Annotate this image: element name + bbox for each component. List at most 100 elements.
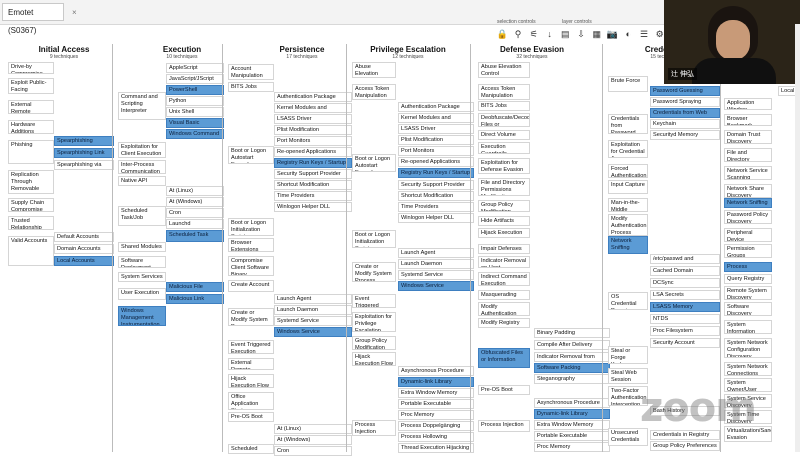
technique-cell[interactable]: Abuse Elevation Control Mechanism bbox=[478, 62, 530, 78]
technique-cell[interactable]: User Execution bbox=[118, 288, 166, 300]
technique-cell[interactable]: Exploit Public-Facing Application bbox=[8, 78, 54, 94]
technique-cell[interactable]: Indirect Command Execution bbox=[478, 272, 530, 286]
technique-cell[interactable]: Windows Management Instrumentation bbox=[118, 306, 166, 326]
technique-cell[interactable]: Access Token Manipulation bbox=[352, 84, 396, 100]
technique-cell[interactable]: Boot or Logon Autostart Execution bbox=[228, 146, 274, 164]
technique-cell[interactable]: Brute Force bbox=[608, 76, 648, 92]
technique-cell[interactable]: Group Policy Modification bbox=[478, 200, 530, 212]
technique-cell[interactable]: Direct Volume Access bbox=[478, 130, 530, 140]
technique-cell[interactable]: Access Token Manipulation bbox=[478, 84, 530, 100]
technique-cell[interactable]: Exploitation for Privilege Escalation bbox=[352, 312, 396, 332]
technique-cell[interactable]: At (Linux) bbox=[166, 186, 224, 196]
technique-cell[interactable]: Unix Shell bbox=[166, 107, 224, 117]
technique-cell[interactable]: Credentials from Web Browsers bbox=[650, 108, 720, 118]
lock-icon[interactable]: 🔒 bbox=[496, 29, 509, 40]
technique-cell[interactable]: Permission Groups Discovery bbox=[724, 244, 772, 258]
technique-cell[interactable]: Process Injection bbox=[352, 420, 396, 436]
technique-cell[interactable]: OS Credential Dumping bbox=[608, 292, 648, 310]
technique-cell[interactable]: Man-in-the-Middle bbox=[608, 198, 648, 212]
download-icon[interactable]: ⇩ bbox=[575, 29, 588, 40]
technique-cell[interactable]: Steal Web Session Cookie bbox=[608, 368, 648, 384]
technique-cell[interactable]: System Information Discovery bbox=[724, 320, 772, 334]
technique-cell[interactable]: At (Windows) bbox=[166, 197, 224, 207]
technique-cell[interactable]: Trusted Relationship bbox=[8, 216, 54, 230]
technique-cell[interactable]: Windows Service bbox=[398, 281, 474, 291]
technique-cell[interactable]: Shared Modules bbox=[118, 242, 166, 252]
technique-cell[interactable]: System Services bbox=[118, 272, 166, 282]
technique-cell[interactable]: Compromise Client Software Binary bbox=[228, 256, 274, 276]
technique-cell[interactable]: Windows Command Shell bbox=[166, 129, 224, 139]
technique-cell[interactable]: Authentication Package bbox=[398, 102, 474, 112]
technique-cell[interactable]: Hijack Execution Flow bbox=[352, 352, 396, 366]
technique-cell[interactable]: Dynamic-link Library Injection bbox=[534, 409, 610, 419]
technique-cell[interactable]: Plist Modification bbox=[398, 135, 474, 145]
technique-cell[interactable]: Boot or Logon Initialization Scripts bbox=[228, 218, 274, 236]
technique-cell[interactable]: File and Directory Permissions Modificat… bbox=[478, 178, 530, 196]
technique-cell[interactable]: Visual Basic bbox=[166, 118, 224, 128]
technique-cell[interactable]: Port Monitors bbox=[398, 146, 474, 156]
technique-cell[interactable]: Proc Memory bbox=[398, 410, 474, 420]
technique-cell[interactable]: Spearphishing via Service bbox=[54, 160, 114, 170]
technique-cell[interactable]: Keychain bbox=[650, 119, 720, 129]
technique-cell[interactable]: Process Hollowing bbox=[398, 432, 474, 442]
technique-cell[interactable]: Extra Window Memory Injection bbox=[398, 388, 474, 398]
technique-cell[interactable]: Peripheral Device Discovery bbox=[724, 228, 772, 242]
technique-cell[interactable]: Shortcut Modification bbox=[274, 180, 352, 190]
technique-cell[interactable]: Proc Memory bbox=[534, 442, 610, 452]
technique-cell[interactable]: Registry Run Keys / Startup Folder bbox=[398, 168, 474, 178]
technique-cell[interactable]: Steal or Forge Kerberos Tickets bbox=[608, 346, 648, 364]
technique-cell[interactable]: Exploitation for Defense Evasion bbox=[478, 158, 530, 174]
technique-cell[interactable]: Software Deployment Tools bbox=[118, 256, 166, 268]
technique-cell[interactable]: Extra Window Memory Injection bbox=[534, 420, 610, 430]
technique-cell[interactable]: Network Share Discovery bbox=[724, 184, 772, 198]
technique-cell[interactable]: Process Injection bbox=[478, 420, 530, 432]
technique-cell[interactable]: Boot or Logon Initialization Scripts bbox=[352, 230, 396, 248]
technique-cell[interactable]: Launch Daemon bbox=[274, 305, 352, 315]
technique-cell[interactable]: Valid Accounts bbox=[8, 236, 54, 266]
tactic-header[interactable]: Execution 10 techniques bbox=[122, 45, 242, 60]
technique-cell[interactable]: Registry Run Keys / Startup Folder bbox=[274, 158, 352, 168]
technique-cell[interactable]: Time Providers bbox=[274, 191, 352, 201]
technique-cell[interactable]: Indicator Removal from Tools bbox=[534, 352, 610, 362]
palette-icon[interactable]: ◐ bbox=[622, 29, 635, 39]
technique-cell[interactable]: Modify Registry bbox=[478, 318, 530, 328]
technique-cell[interactable]: Password Policy Discovery bbox=[724, 210, 772, 224]
technique-cell[interactable]: Network Sniffing bbox=[724, 198, 772, 208]
technique-cell[interactable]: Obfuscated Files or Information bbox=[478, 348, 530, 368]
technique-cell[interactable]: Supply Chain Compromise bbox=[8, 198, 54, 212]
technique-cell[interactable]: Event Triggered Execution bbox=[352, 294, 396, 308]
tactic-header[interactable]: Persistence 17 techniques bbox=[242, 45, 362, 60]
technique-cell[interactable]: Masquerading bbox=[478, 290, 530, 300]
technique-cell[interactable]: Credentials in Registry bbox=[650, 430, 720, 440]
technique-cell[interactable]: Asynchronous Procedure Call bbox=[534, 398, 610, 408]
technique-cell[interactable]: Exploitation for Client Execution bbox=[118, 142, 166, 158]
technique-cell[interactable]: Input Capture bbox=[608, 180, 648, 194]
technique-cell[interactable]: Create or Modify System Process bbox=[352, 262, 396, 282]
technique-cell[interactable]: Winlogon Helper DLL bbox=[398, 213, 474, 223]
tab-layer[interactable]: Emotet (S0367) bbox=[2, 3, 64, 35]
technique-cell[interactable]: Execution Guardrails bbox=[478, 142, 530, 154]
technique-cell[interactable]: Spearphishing Link bbox=[54, 148, 114, 158]
technique-cell[interactable]: System Network Connections Discovery bbox=[724, 362, 772, 376]
technique-cell[interactable]: Plist Modification bbox=[274, 125, 352, 135]
technique-cell[interactable]: Asynchronous Procedure Call bbox=[398, 366, 474, 376]
technique-cell[interactable]: Software Discovery bbox=[724, 302, 772, 316]
technique-cell[interactable]: Group Policy Preferences bbox=[650, 441, 720, 451]
tactic-header[interactable]: Initial Access 9 techniques bbox=[4, 45, 124, 60]
technique-cell[interactable]: Kernel Modules and Extensions bbox=[274, 103, 352, 113]
sort-icon[interactable]: ↓ bbox=[543, 29, 556, 39]
technique-cell[interactable]: Python bbox=[166, 96, 224, 106]
technique-cell[interactable]: Hijack Execution Flow bbox=[478, 228, 530, 238]
technique-cell[interactable]: Time Providers bbox=[398, 202, 474, 212]
technique-cell[interactable]: Credentials from Password Stores bbox=[608, 114, 648, 134]
technique-cell[interactable]: Systemd Service bbox=[274, 316, 352, 326]
technique-cell[interactable]: Remote System Discovery bbox=[724, 286, 772, 300]
technique-cell[interactable]: File and Directory Discovery bbox=[724, 148, 772, 162]
technique-cell[interactable]: Portable Executable Injection bbox=[534, 431, 610, 441]
technique-cell[interactable]: Re-opened Applications bbox=[398, 157, 474, 167]
technique-cell[interactable]: Exploitation for Credential Access bbox=[608, 140, 648, 158]
technique-cell[interactable]: Cached Domain Credentials bbox=[650, 266, 720, 276]
technique-cell[interactable]: Dynamic-link Library Injection bbox=[398, 377, 474, 387]
technique-cell[interactable]: Re-opened Applications bbox=[274, 147, 352, 157]
technique-cell[interactable]: External Remote Services bbox=[8, 100, 54, 114]
